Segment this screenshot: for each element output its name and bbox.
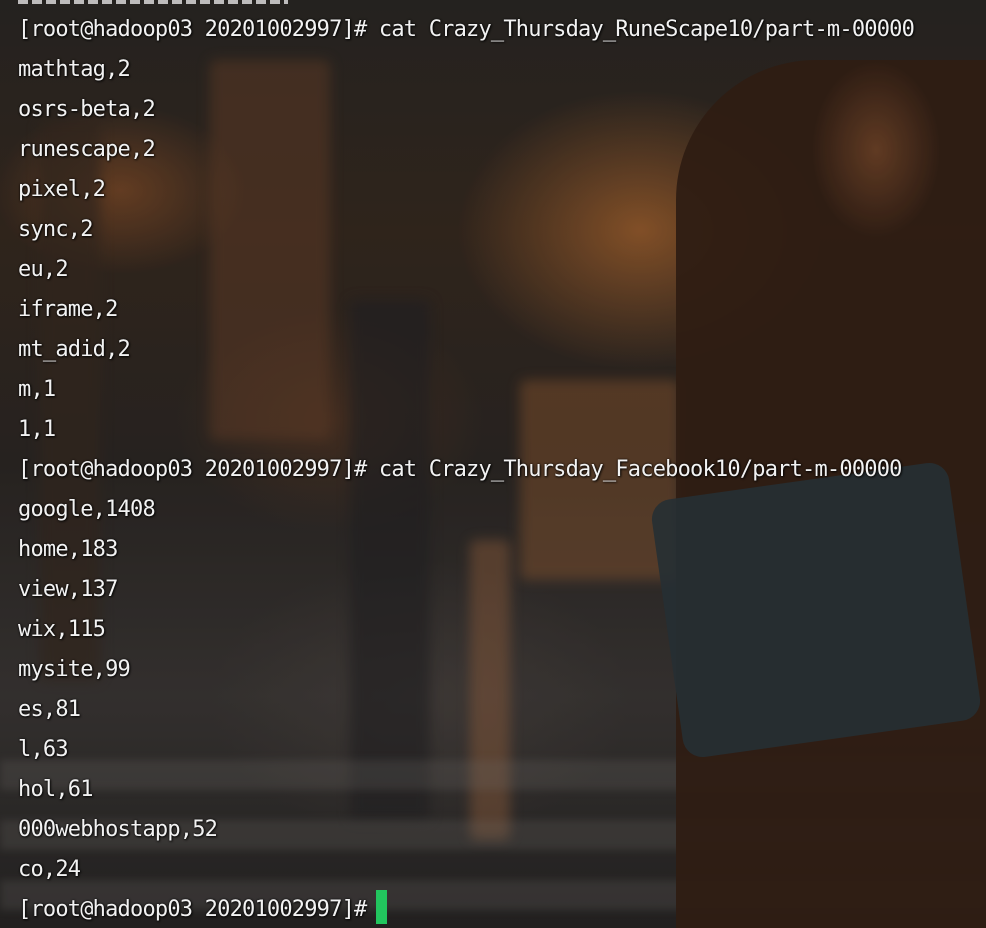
output-line: runescape,2 bbox=[18, 137, 156, 162]
output-line: eu,2 bbox=[18, 257, 69, 282]
text-cursor[interactable] bbox=[376, 890, 388, 924]
output-line: mathtag,2 bbox=[18, 57, 131, 82]
output-line: es,81 bbox=[18, 697, 81, 722]
command-line: [root@hadoop03 20201002997]# cat Crazy_T… bbox=[18, 457, 902, 482]
output-line: pixel,2 bbox=[18, 177, 106, 202]
output-line: l,63 bbox=[18, 737, 69, 762]
output-line: 1,1 bbox=[18, 417, 56, 442]
output-line: mysite,99 bbox=[18, 657, 131, 682]
output-line: m,1 bbox=[18, 377, 56, 402]
scrolled-off-line-fragment bbox=[18, 0, 288, 4]
output-line: 000webhostapp,52 bbox=[18, 817, 218, 842]
output-line: mt_adid,2 bbox=[18, 337, 131, 362]
output-line: sync,2 bbox=[18, 217, 93, 242]
output-line: hol,61 bbox=[18, 777, 93, 802]
terminal-output[interactable]: [root@hadoop03 20201002997]# cat Crazy_T… bbox=[0, 0, 986, 928]
output-line: home,183 bbox=[18, 537, 118, 562]
output-line: co,24 bbox=[18, 857, 81, 882]
shell-prompt: [root@hadoop03 20201002997]# bbox=[18, 897, 367, 922]
output-line: google,1408 bbox=[18, 497, 156, 522]
output-line: view,137 bbox=[18, 577, 118, 602]
output-line: osrs-beta,2 bbox=[18, 97, 156, 122]
output-line: iframe,2 bbox=[18, 297, 118, 322]
command-line: [root@hadoop03 20201002997]# cat Crazy_T… bbox=[18, 17, 915, 42]
prompt-line[interactable]: [root@hadoop03 20201002997]# bbox=[18, 890, 388, 928]
output-line: wix,115 bbox=[18, 617, 106, 642]
